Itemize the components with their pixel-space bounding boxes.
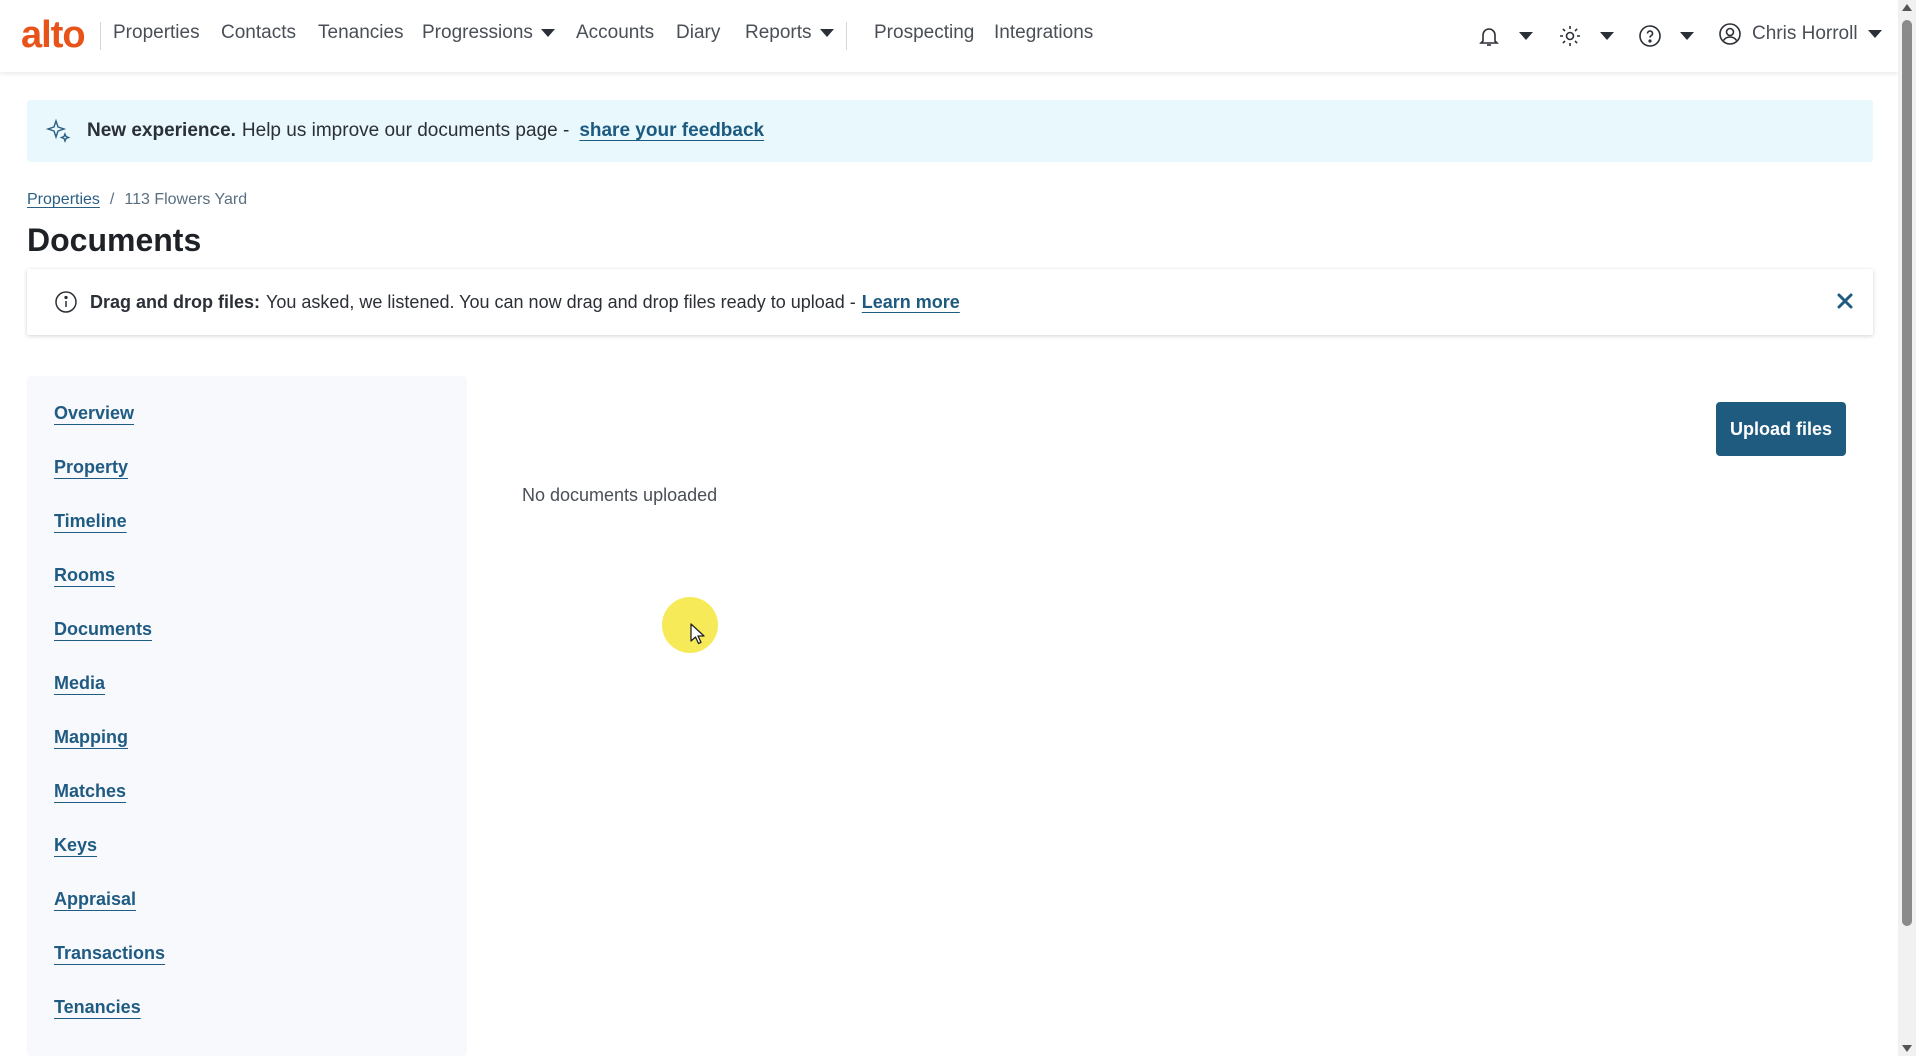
share-feedback-link[interactable]: share your feedback	[579, 120, 764, 142]
sidebar-item-rooms[interactable]: Rooms	[54, 565, 115, 586]
nav-contacts[interactable]: Contacts	[221, 22, 296, 44]
breadcrumb-current: 113 Flowers Yard	[124, 191, 248, 208]
feedback-text: Help us improve our documents page -	[241, 120, 570, 141]
user-name: Chris Horroll	[1752, 23, 1858, 44]
nav-divider	[100, 22, 101, 50]
learn-more-link[interactable]: Learn more	[862, 292, 960, 313]
caret-down-icon	[1519, 32, 1533, 40]
breadcrumb-properties[interactable]: Properties	[27, 191, 100, 209]
nav-label: Tenancies	[318, 22, 404, 43]
bell-icon	[1479, 28, 1499, 46]
top-navigation: alto Properties Contacts Tenancies Progr…	[0, 0, 1898, 72]
nav-accounts[interactable]: Accounts	[576, 22, 654, 44]
nav-diary[interactable]: Diary	[676, 22, 720, 44]
help-menu[interactable]	[1638, 24, 1694, 48]
notifications-menu[interactable]	[1477, 24, 1533, 48]
mouse-pointer-icon	[690, 623, 705, 645]
caret-down-icon	[819, 29, 834, 37]
nav-properties[interactable]: Properties	[113, 22, 200, 44]
sparkle-icon	[45, 118, 71, 143]
close-icon[interactable]	[1835, 291, 1855, 311]
sidebar-item-keys[interactable]: Keys	[54, 835, 97, 856]
sidebar-item-mapping[interactable]: Mapping	[54, 727, 128, 748]
drag-drop-info-banner: Drag and drop files: You asked, we liste…	[27, 269, 1873, 335]
sidebar-item-property[interactable]: Property	[54, 457, 128, 478]
nav-label: Accounts	[576, 22, 655, 43]
scroll-down-arrow-icon[interactable]	[1902, 1045, 1912, 1052]
breadcrumb: Properties / 113 Flowers Yard	[27, 191, 247, 209]
gear-icon	[1560, 26, 1580, 46]
nav-reports[interactable]: Reports	[745, 22, 834, 44]
sidebar-item-matches[interactable]: Matches	[54, 781, 126, 802]
nav-label: Prospecting	[874, 22, 975, 43]
sidebar-item-overview[interactable]: Overview	[54, 403, 134, 424]
caret-down-icon	[540, 29, 555, 37]
nav-label: Diary	[676, 22, 721, 43]
caret-down-icon	[1600, 32, 1614, 40]
sidebar-item-timeline[interactable]: Timeline	[54, 511, 127, 532]
nav-tenancies[interactable]: Tenancies	[318, 22, 404, 44]
nav-label: Integrations	[994, 22, 1094, 43]
nav-progressions[interactable]: Progressions	[422, 22, 555, 44]
nav-label: Reports	[745, 22, 812, 43]
sidebar-item-media[interactable]: Media	[54, 673, 105, 694]
feedback-banner: New experience. Help us improve our docu…	[27, 100, 1873, 162]
sidebar-item-tenancies[interactable]: Tenancies	[54, 997, 141, 1018]
info-text: You asked, we listened. You can now drag…	[266, 291, 856, 312]
settings-menu[interactable]	[1558, 24, 1614, 48]
sidebar-item-appraisal[interactable]: Appraisal	[54, 889, 136, 910]
nav-divider	[846, 22, 847, 50]
info-title: Drag and drop files:	[90, 291, 261, 312]
scrollbar-thumb[interactable]	[1902, 20, 1912, 926]
nav-label: Properties	[113, 22, 200, 43]
nav-label: Progressions	[422, 22, 533, 43]
info-icon	[55, 291, 77, 313]
vertical-scrollbar[interactable]	[1898, 0, 1916, 1056]
caret-down-icon	[1867, 30, 1882, 38]
page-title: Documents	[27, 222, 202, 258]
feedback-title: New experience.	[87, 120, 236, 141]
help-circle-icon	[1639, 25, 1661, 47]
scroll-up-arrow-icon[interactable]	[1902, 4, 1912, 11]
caret-down-icon	[1680, 32, 1694, 40]
user-avatar-icon	[1719, 23, 1741, 45]
nav-integrations[interactable]: Integrations	[994, 22, 1093, 44]
sidebar-item-transactions[interactable]: Transactions	[54, 943, 165, 964]
alto-logo[interactable]: alto	[21, 14, 86, 57]
empty-state-text: No documents uploaded	[522, 485, 718, 505]
user-menu[interactable]: Chris Horroll	[1718, 22, 1882, 46]
nav-label: Contacts	[221, 22, 296, 43]
upload-files-button[interactable]: Upload files	[1716, 402, 1846, 456]
sidebar-item-documents[interactable]: Documents	[54, 619, 152, 640]
breadcrumb-separator: /	[109, 191, 115, 208]
nav-prospecting[interactable]: Prospecting	[874, 22, 974, 44]
property-sidebar: Overview Property Timeline Rooms Documen…	[27, 376, 467, 1056]
